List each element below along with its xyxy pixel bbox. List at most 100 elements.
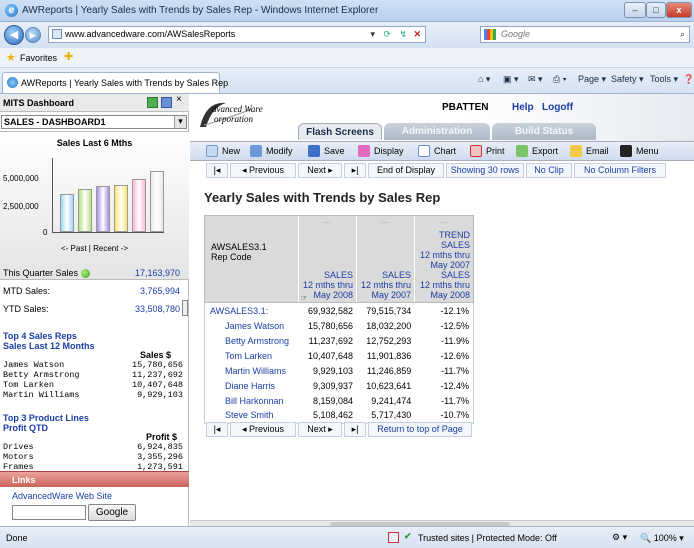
google-button[interactable]: Google [88, 504, 136, 521]
refresh-icon[interactable]: ⟳ [383, 27, 391, 42]
chart-bar[interactable] [114, 185, 128, 232]
new-icon [206, 145, 218, 157]
chart-bar[interactable] [60, 194, 74, 232]
this-quarter-text: This Quarter Sales [3, 268, 79, 278]
export-button[interactable]: Export [516, 145, 558, 157]
first-page-button[interactable]: |◂ [206, 163, 228, 178]
product-value: 3,355,296 [137, 452, 183, 462]
address-field[interactable]: www.advancedware.com/AWSalesReports ▾ ⟳ … [48, 26, 426, 43]
print-label: Print [486, 146, 505, 156]
rep-name-cell[interactable]: AWSALES3.1: [205, 303, 299, 318]
search-field[interactable]: Google ⌕ [480, 26, 690, 43]
chart-bar[interactable] [78, 189, 92, 232]
browser-tab[interactable]: AWReports | Yearly Sales with Trends by … [2, 72, 228, 93]
chart-bars [54, 158, 164, 232]
previous-button[interactable]: ◂ Previous [230, 422, 296, 437]
showing-rows-link[interactable]: Showing 30 rows [446, 163, 524, 178]
top-reps-list: James Watson 15,780,656 Betty Armstrong 11… [3, 360, 183, 400]
back-button[interactable]: ◀ [4, 25, 24, 45]
print-icon [470, 145, 482, 157]
last-page-button[interactable]: ▸| [344, 422, 366, 437]
print-button[interactable]: Print [470, 145, 505, 157]
tools-menu[interactable]: Tools ▾ [650, 74, 678, 85]
email-button[interactable]: Email [570, 145, 609, 157]
chart-bar[interactable] [132, 179, 146, 232]
panel-scroll-handle[interactable] [182, 300, 188, 316]
dashboard-select[interactable]: SALES - DASHBOARD1 ▾ [1, 115, 187, 129]
page-menu[interactable]: Page ▾ [578, 74, 606, 85]
rep-name-cell[interactable]: Tom Larken [205, 348, 299, 363]
rep-name-cell[interactable]: Martin Williams [205, 363, 299, 378]
forward-button[interactable]: ▶ [25, 27, 41, 43]
no-column-filters-link[interactable]: No Column Filters [574, 163, 666, 178]
tools-menu-label: Tools [650, 74, 672, 84]
help-link[interactable]: Help [512, 102, 534, 113]
close-window-button[interactable]: x [666, 2, 692, 18]
col-sales-2008[interactable]: .... SALES 12 mths thru May 2008 ☞ [299, 216, 357, 302]
popup-blocked-icon[interactable] [388, 532, 399, 543]
refresh-dashboard-icon[interactable] [147, 97, 158, 108]
stop-icon[interactable]: ✕ [413, 27, 421, 42]
tab-flash-screens[interactable]: Flash Screens [298, 123, 382, 140]
top-reps-title[interactable]: Top 4 Sales Reps Sales Last 12 Months [3, 331, 95, 351]
tab-build-status[interactable]: Build Status [492, 123, 596, 140]
minimize-button[interactable]: – [624, 2, 646, 18]
close-dashboard-icon[interactable]: × [176, 94, 182, 105]
google-search-input[interactable] [12, 505, 86, 520]
edit-dashboard-icon[interactable] [161, 97, 172, 108]
security-zone[interactable]: Trusted sites | Protected Mode: Off [418, 533, 557, 543]
favorites-button[interactable]: Favorites [20, 53, 57, 63]
zoom-control[interactable]: 🔍 100% ▾ [640, 533, 684, 544]
rep-name-cell[interactable]: Betty Armstrong [205, 333, 299, 348]
search-icon[interactable]: ⌕ [680, 27, 685, 42]
return-to-top-link[interactable]: Return to top of Page [368, 422, 472, 437]
modify-button[interactable]: Modify [250, 145, 293, 157]
this-quarter-value[interactable]: 17,163,970 [110, 268, 180, 278]
next-button[interactable]: Next ▸ [298, 422, 342, 437]
next-button[interactable]: Next ▸ [298, 163, 342, 178]
first-page-button[interactable]: |◂ [206, 422, 228, 437]
status-green-icon [80, 269, 90, 279]
rep-name-cell[interactable]: Steve Smith [205, 408, 299, 423]
chevron-down-icon[interactable]: ▾ [174, 116, 186, 128]
chart-bar[interactable] [150, 171, 164, 232]
last-page-button[interactable]: ▸| [344, 163, 366, 178]
ytd-value[interactable]: 33,508,780 [110, 304, 180, 314]
col-rep-code[interactable]: AWSALES3.1 Rep Code [205, 216, 299, 302]
no-clip-link[interactable]: No Clip [526, 163, 572, 178]
tab-administration[interactable]: Administration [384, 123, 490, 140]
help-icon[interactable]: ❓ [683, 74, 694, 85]
new-button[interactable]: New [206, 145, 240, 157]
menu-button[interactable]: Menu [620, 145, 659, 157]
safety-menu[interactable]: Safety ▾ [611, 74, 644, 85]
top-products-title[interactable]: Top 3 Product Lines Profit QTD [3, 413, 89, 433]
top-rep-row: James Watson 15,780,656 [3, 360, 183, 370]
chart-button[interactable]: Chart [418, 145, 456, 157]
logoff-link[interactable]: Logoff [542, 102, 573, 113]
sales-2007-cell: 11,901,836 [366, 350, 412, 361]
home-icon[interactable]: ⌂ ▾ [478, 74, 490, 85]
maximize-button[interactable]: □ [646, 2, 666, 18]
print-icon[interactable]: ⎙ ▾ [553, 74, 566, 85]
mtd-value[interactable]: 3,765,994 [110, 286, 180, 296]
compat-icon[interactable]: ↯ [399, 27, 407, 42]
dropdown-icon[interactable]: ▾ [370, 27, 375, 42]
zoom-settings-icon[interactable]: ⚙ ▾ [612, 532, 627, 543]
rep-name-cell[interactable]: James Watson [205, 318, 299, 333]
mail-icon[interactable]: ✉ ▾ [528, 74, 543, 85]
previous-button[interactable]: ◂ Previous [230, 163, 296, 178]
chart-nav-links[interactable]: <- Past | Recent -> [0, 244, 189, 253]
chart-bar[interactable] [96, 186, 110, 232]
col-sales-2007[interactable]: .... SALES 12 mths thru May 2007 [357, 216, 415, 302]
save-button[interactable]: Save [308, 145, 345, 157]
rep-name-cell[interactable]: Diane Harris [205, 378, 299, 393]
add-favorite-icon[interactable]: ✚ [64, 50, 73, 63]
table-row: Martin Williams 9,929,103 11,246,859 -11.7% [205, 363, 474, 378]
advancedware-link[interactable]: AdvancedWare Web Site [12, 491, 112, 501]
rep-name-cell[interactable]: Bill Harkonnan [205, 393, 299, 408]
dashboard-select-value: SALES - DASHBOARD1 [4, 117, 106, 127]
sort-icon[interactable]: ☞ [301, 294, 307, 302]
feeds-icon[interactable]: ▣ ▾ [503, 74, 519, 85]
display-button[interactable]: Display [358, 145, 404, 157]
col-trend[interactable]: .... TREND SALES 12 mths thru May 2007 S… [415, 216, 473, 302]
